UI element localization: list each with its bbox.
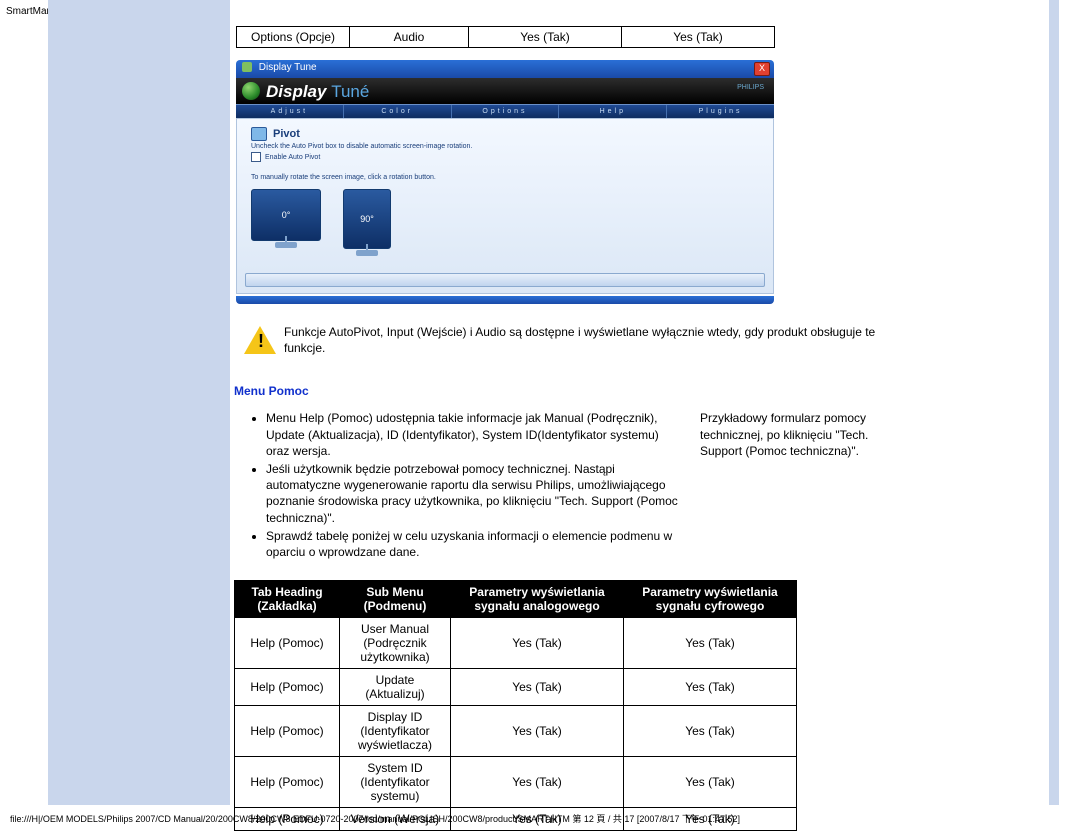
cell: Display ID (Identyfikator wyświetlacza) xyxy=(340,706,451,757)
footer-path: file:///H|/OEM MODELS/Philips 2007/CD Ma… xyxy=(10,812,740,825)
cell: Help (Pomoc) xyxy=(235,706,340,757)
cell: Help (Pomoc) xyxy=(235,669,340,706)
app-icon xyxy=(242,62,252,72)
bullet-3: Sprawdź tabelę poniżej w celu uzyskania … xyxy=(266,528,680,560)
tab-adjust[interactable]: Adjust xyxy=(236,105,344,119)
banner-logo-icon xyxy=(242,82,260,100)
cell: Update (Aktualizuj) xyxy=(340,669,451,706)
bullet-1: Menu Help (Pomoc) udostępnia takie infor… xyxy=(266,410,680,459)
cell-options: Options (Opcje) xyxy=(237,27,350,48)
cell: Yes (Tak) xyxy=(451,757,624,808)
tab-color[interactable]: Color xyxy=(344,105,452,119)
cell: System ID (Identyfikator systemu) xyxy=(340,757,451,808)
table-row: Help (Pomoc) Update (Aktualizuj) Yes (Ta… xyxy=(235,669,797,706)
table-row: Help (Pomoc) System ID (Identyfikator sy… xyxy=(235,757,797,808)
warning-icon: ! xyxy=(236,324,284,356)
banner-word-display: Display xyxy=(266,82,326,101)
pivot-panel: Pivot Uncheck the Auto Pivot box to disa… xyxy=(236,118,774,294)
rotation-buttons: 0° 90° xyxy=(251,189,759,249)
rotate-0-label: 0° xyxy=(282,210,291,220)
rotate-90-button[interactable]: 90° xyxy=(343,189,391,249)
tab-plugins[interactable]: Plugins xyxy=(667,105,774,119)
cell: Yes (Tak) xyxy=(624,669,797,706)
section-title: Menu Pomoc xyxy=(234,384,1027,398)
panel-heading: Pivot xyxy=(251,127,759,141)
auto-pivot-checkbox-row: Enable Auto Pivot xyxy=(251,152,759,162)
window-footer xyxy=(236,296,774,304)
pivot-icon xyxy=(251,127,267,141)
titlebar-left: Display Tune xyxy=(242,62,317,73)
content-area: Options (Opcje) Audio Yes (Tak) Yes (Tak… xyxy=(232,0,1027,831)
table-row: Help (Pomoc) User Manual (Podręcznik uży… xyxy=(235,618,797,669)
banner-brand: PHILIPS xyxy=(737,84,764,92)
cell: User Manual (Podręcznik użytkownika) xyxy=(340,618,451,669)
th-tab-heading: Tab Heading (Zakładka) xyxy=(235,581,340,618)
two-column: Menu Help (Pomoc) udostępnia takie infor… xyxy=(232,410,1027,562)
bullet-list: Menu Help (Pomoc) udostępnia takie infor… xyxy=(232,410,680,562)
table-row: Help (Pomoc) Display ID (Identyfikator w… xyxy=(235,706,797,757)
th-digital: Parametry wyświetlania sygnału cyfrowego xyxy=(624,581,797,618)
options-audio-row: Options (Opcje) Audio Yes (Tak) Yes (Tak… xyxy=(236,26,775,48)
close-icon[interactable]: X xyxy=(754,62,770,76)
window-titlebar: Display Tune X xyxy=(236,60,774,78)
auto-pivot-checkbox[interactable] xyxy=(251,152,261,162)
cell: Yes (Tak) xyxy=(451,706,624,757)
panel-bottom-bar xyxy=(245,273,765,287)
cell: Yes (Tak) xyxy=(624,706,797,757)
banner-word-tune: Tuné xyxy=(331,82,369,101)
cell-digital: Yes (Tak) xyxy=(622,27,775,48)
app-banner: Display Tuné PHILIPS xyxy=(236,78,774,104)
cell: Help (Pomoc) xyxy=(235,757,340,808)
cell: Yes (Tak) xyxy=(624,618,797,669)
tab-help[interactable]: Help xyxy=(559,105,667,119)
titlebar-text: Display Tune xyxy=(259,62,317,73)
cell-analog: Yes (Tak) xyxy=(469,27,622,48)
cell: Yes (Tak) xyxy=(451,669,624,706)
th-sub-menu: Sub Menu (Podmenu) xyxy=(340,581,451,618)
cell: Yes (Tak) xyxy=(451,618,624,669)
note-row: ! Funkcje AutoPivot, Input (Wejście) i A… xyxy=(236,324,876,356)
note-text: Funkcje AutoPivot, Input (Wejście) i Aud… xyxy=(284,324,876,356)
banner-title: Display Tuné xyxy=(266,82,369,102)
tab-options[interactable]: Options xyxy=(452,105,560,119)
panel-subtext: Uncheck the Auto Pivot box to disable au… xyxy=(251,143,759,150)
auto-pivot-label: Enable Auto Pivot xyxy=(265,154,320,161)
th-analog: Parametry wyświetlania sygnału analogowe… xyxy=(451,581,624,618)
cell: Help (Pomoc) xyxy=(235,618,340,669)
right-sidebar xyxy=(1049,0,1059,805)
cell-audio: Audio xyxy=(350,27,469,48)
side-note: Przykładowy formularz pomocy technicznej… xyxy=(700,410,880,562)
rotate-90-label: 90° xyxy=(360,214,374,224)
bullet-2: Jeśli użytkownik będzie potrzebował pomo… xyxy=(266,461,680,526)
display-tune-screenshot: Display Tune X Display Tuné PHILIPS Adju… xyxy=(236,60,774,304)
rotate-0-button[interactable]: 0° xyxy=(251,189,321,241)
panel-heading-text: Pivot xyxy=(273,128,300,140)
warning-exclam: ! xyxy=(258,331,264,352)
help-submenu-table: Tab Heading (Zakładka) Sub Menu (Podmenu… xyxy=(234,580,797,831)
left-sidebar xyxy=(48,0,230,805)
panel-note: To manually rotate the screen image, cli… xyxy=(251,174,759,181)
cell: Yes (Tak) xyxy=(624,757,797,808)
